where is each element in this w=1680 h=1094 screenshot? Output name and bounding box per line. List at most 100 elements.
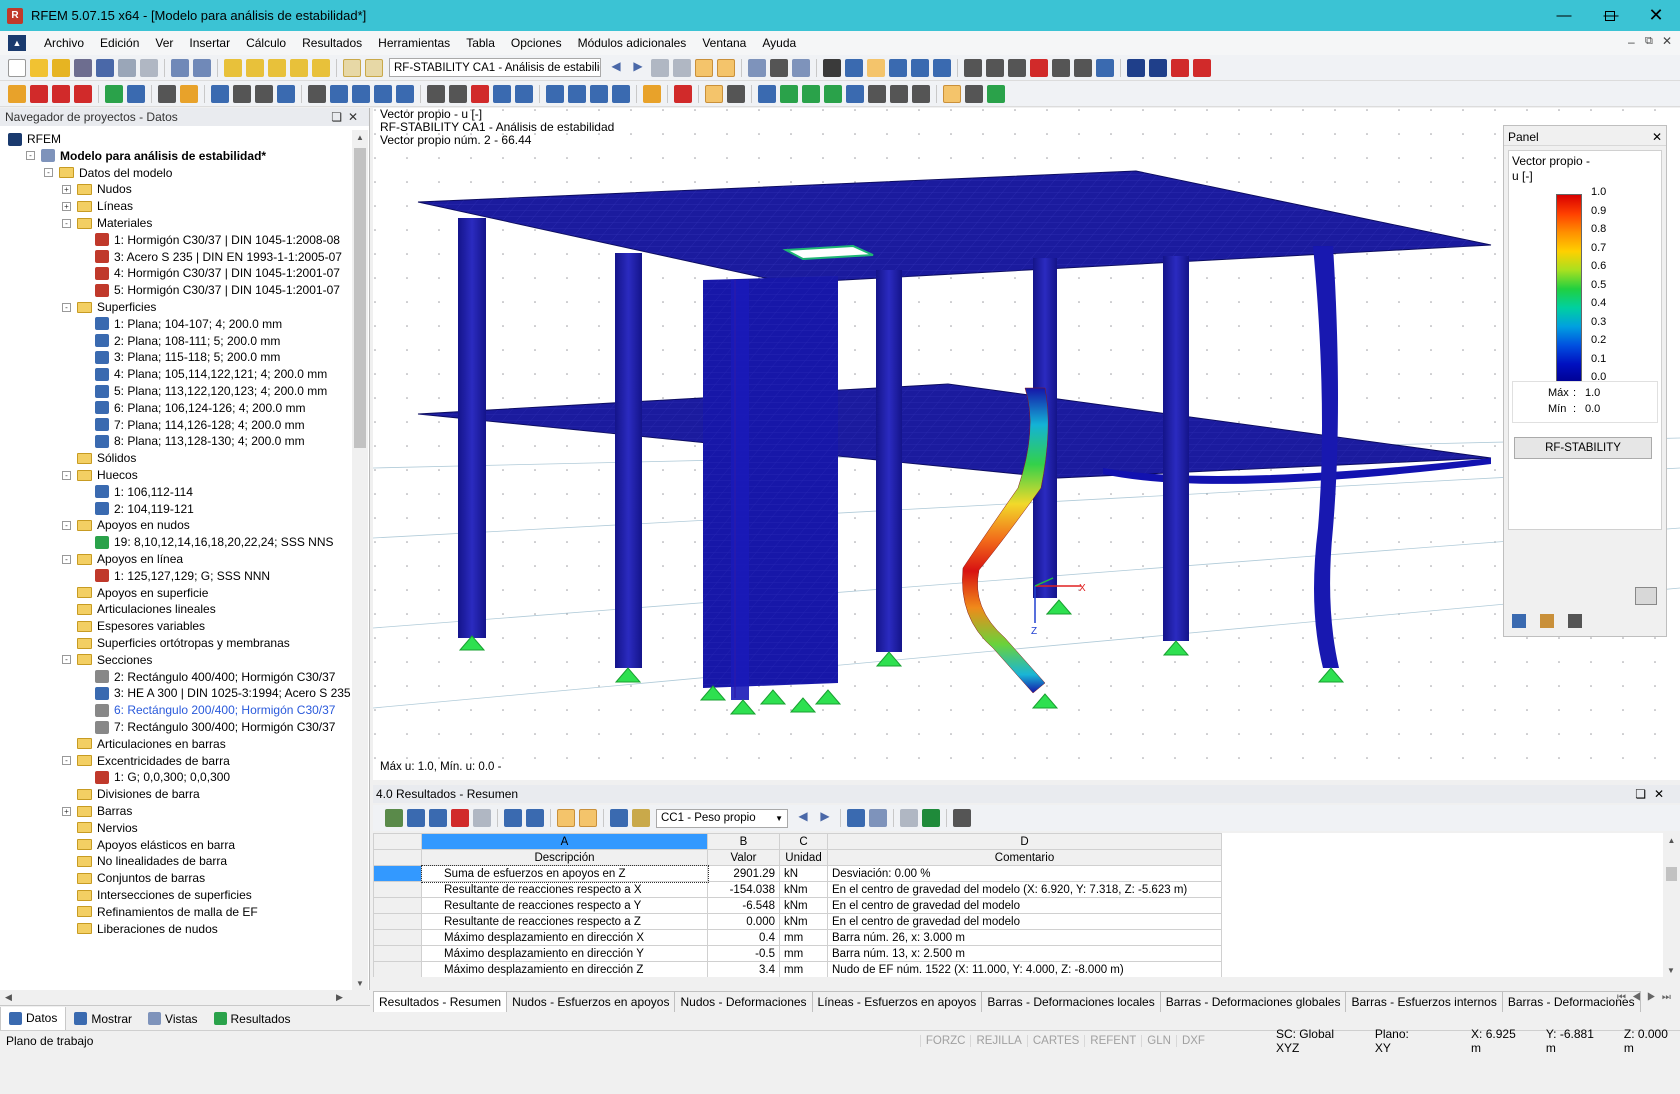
library-icon[interactable] bbox=[74, 58, 92, 77]
tree-item[interactable]: Sólidos bbox=[62, 449, 136, 467]
zoom-icon[interactable] bbox=[427, 84, 445, 103]
delete-icon[interactable] bbox=[1030, 58, 1048, 77]
collapse-icon[interactable]: - bbox=[62, 655, 71, 665]
generate-icon[interactable] bbox=[352, 84, 370, 103]
tree-item[interactable]: - Apoyos en línea bbox=[62, 550, 183, 568]
zoom-panel-icon[interactable] bbox=[1635, 587, 1657, 605]
mesh-display-icon[interactable] bbox=[824, 84, 842, 103]
tree-item[interactable]: Articulaciones en barras bbox=[62, 735, 226, 753]
tree-item[interactable]: 7: Rectángulo 300/400; Hormigón C30/37 bbox=[80, 718, 335, 736]
animation-icon[interactable] bbox=[748, 58, 766, 77]
camera-icon[interactable] bbox=[1052, 58, 1070, 77]
tree-item[interactable]: Conjuntos de barras bbox=[62, 869, 205, 887]
tree-item[interactable]: Espesores variables bbox=[62, 617, 205, 635]
maximize-button[interactable] bbox=[1587, 0, 1633, 31]
close-button[interactable]: ✕ bbox=[1633, 0, 1679, 31]
tree-item[interactable]: Apoyos elásticos en barra bbox=[62, 836, 235, 854]
group-icon[interactable] bbox=[255, 84, 273, 103]
triangle-icon[interactable] bbox=[1008, 58, 1026, 77]
clipboard-icon[interactable] bbox=[1074, 58, 1092, 77]
filter-display-icon[interactable] bbox=[846, 84, 864, 103]
navigator-scrollbar[interactable]: ▲ ▼ bbox=[352, 130, 368, 990]
rf-stability-button[interactable]: RF-STABILITY bbox=[1514, 437, 1652, 459]
expand-icon[interactable]: + bbox=[62, 806, 71, 816]
collapse-icon[interactable]: - bbox=[44, 168, 53, 178]
tree-item[interactable]: 1: Hormigón C30/37 | DIN 1045-1:2008-08 bbox=[80, 231, 340, 249]
calculate-icon[interactable] bbox=[290, 58, 308, 77]
view-z-icon[interactable] bbox=[590, 84, 608, 103]
move-icon[interactable] bbox=[889, 58, 907, 77]
panel-close-icon[interactable]: ✕ bbox=[1652, 130, 1662, 144]
status-toggle[interactable]: DXF bbox=[1175, 1034, 1210, 1047]
tree-item[interactable]: + Líneas bbox=[62, 197, 133, 215]
new-icon[interactable] bbox=[8, 58, 26, 77]
cell-desc[interactable]: Máximo desplazamiento en dirección Z bbox=[421, 961, 708, 977]
menu-opciones[interactable]: Opciones bbox=[503, 36, 570, 50]
cell-unit[interactable]: mm bbox=[779, 961, 828, 977]
tree-item[interactable]: Apoyos en superficie bbox=[62, 584, 208, 602]
solid-icon[interactable] bbox=[802, 84, 820, 103]
table-select-icon[interactable] bbox=[847, 809, 865, 827]
menu-ventana[interactable]: Ventana bbox=[694, 36, 754, 50]
tree-item[interactable]: 8: Plana; 113,128-130; 4; 200.0 mm bbox=[80, 432, 305, 450]
tree-item[interactable]: RFEM bbox=[8, 130, 61, 148]
cell-value[interactable]: -6.548 bbox=[707, 897, 780, 914]
model-data-icon[interactable] bbox=[246, 58, 264, 77]
tree-item[interactable]: - Secciones bbox=[62, 651, 152, 669]
table-toggle-2-icon[interactable] bbox=[579, 809, 597, 827]
tree-item[interactable]: + Nudos bbox=[62, 180, 132, 198]
tree-item[interactable]: - Excentricidades de barra bbox=[62, 752, 230, 770]
tree-item[interactable]: Articulaciones lineales bbox=[62, 600, 216, 618]
select-all-icon[interactable] bbox=[867, 58, 885, 77]
menu-ver[interactable]: Ver bbox=[147, 36, 181, 50]
cell-value[interactable]: -0.5 bbox=[707, 945, 780, 962]
tools-icon[interactable] bbox=[965, 84, 983, 103]
view-x-icon[interactable] bbox=[546, 84, 564, 103]
menu-tabla[interactable]: Tabla bbox=[458, 36, 503, 50]
tree-item[interactable]: 6: Rectángulo 200/400; Hormigón C30/37 bbox=[80, 701, 335, 719]
rotate-icon[interactable] bbox=[911, 58, 929, 77]
tab-mostrar[interactable]: Mostrar bbox=[66, 1007, 140, 1031]
status-toggle[interactable]: REJILLA bbox=[970, 1034, 1026, 1047]
table-row[interactable]: Resultante de reacciones respecto a Y -6.… bbox=[373, 897, 1669, 914]
tree-item[interactable]: 5: Plana; 113,122,120,123; 4; 200.0 mm bbox=[80, 382, 327, 400]
tool-icon[interactable] bbox=[1568, 614, 1582, 628]
row-header[interactable] bbox=[373, 897, 422, 914]
tab-nav-icons[interactable]: ⏮◀▶⏭ bbox=[1617, 992, 1677, 1003]
tree-item[interactable]: 1: Plana; 104-107; 4; 200.0 mm bbox=[80, 315, 282, 333]
cell-unit[interactable]: kN bbox=[779, 865, 828, 882]
table-icon[interactable] bbox=[343, 58, 361, 77]
cell-desc[interactable]: Resultante de reacciones respecto a Z bbox=[421, 913, 708, 930]
table-row[interactable]: Resultante de reacciones respecto a X -15… bbox=[373, 881, 1669, 898]
menu-insertar[interactable]: Insertar bbox=[181, 36, 238, 50]
view-icon[interactable] bbox=[211, 84, 229, 103]
tree-item[interactable]: Divisiones de barra bbox=[62, 785, 200, 803]
col-letter-d[interactable]: D bbox=[827, 833, 1222, 850]
cell-desc[interactable]: Máximo desplazamiento en dirección Y bbox=[421, 945, 708, 962]
table-view-icon[interactable] bbox=[610, 809, 628, 827]
collapse-icon[interactable]: - bbox=[62, 302, 71, 312]
tree-item[interactable]: 3: HE A 300 | DIN 1025-3:1994; Acero S 2… bbox=[80, 684, 351, 702]
row-header[interactable] bbox=[373, 961, 422, 977]
table-refresh-icon[interactable] bbox=[385, 809, 403, 827]
tree-item[interactable]: 2: Rectángulo 400/400; Hormigón C30/37 bbox=[80, 668, 335, 686]
cell-desc[interactable]: Suma de esfuerzos en apoyos en Z bbox=[420, 864, 709, 883]
mdi-minimize-icon[interactable]: – bbox=[1628, 35, 1635, 49]
table-sort-icon[interactable] bbox=[429, 809, 447, 827]
edit-icon[interactable] bbox=[224, 58, 242, 77]
cell-comment[interactable]: En el centro de gravedad del modelo bbox=[827, 913, 1222, 930]
node-icon[interactable] bbox=[8, 84, 26, 103]
tree-item[interactable]: Refinamientos de malla de EF bbox=[62, 903, 258, 921]
window-select-icon[interactable] bbox=[845, 58, 863, 77]
surface-color-icon[interactable] bbox=[780, 84, 798, 103]
mesh-icon[interactable] bbox=[330, 84, 348, 103]
filter-icon[interactable] bbox=[792, 58, 810, 77]
status-toggle[interactable]: FORZC bbox=[919, 1034, 971, 1047]
deformation-icon[interactable] bbox=[695, 58, 713, 77]
cell-value[interactable]: 0.4 bbox=[707, 929, 780, 946]
collapse-icon[interactable]: - bbox=[62, 218, 71, 228]
tab-resultados[interactable]: Resultados bbox=[206, 1007, 299, 1031]
balance-icon[interactable] bbox=[1540, 614, 1554, 628]
tree-item[interactable]: - Superficies bbox=[62, 298, 156, 316]
collapse-icon[interactable]: - bbox=[26, 151, 35, 161]
